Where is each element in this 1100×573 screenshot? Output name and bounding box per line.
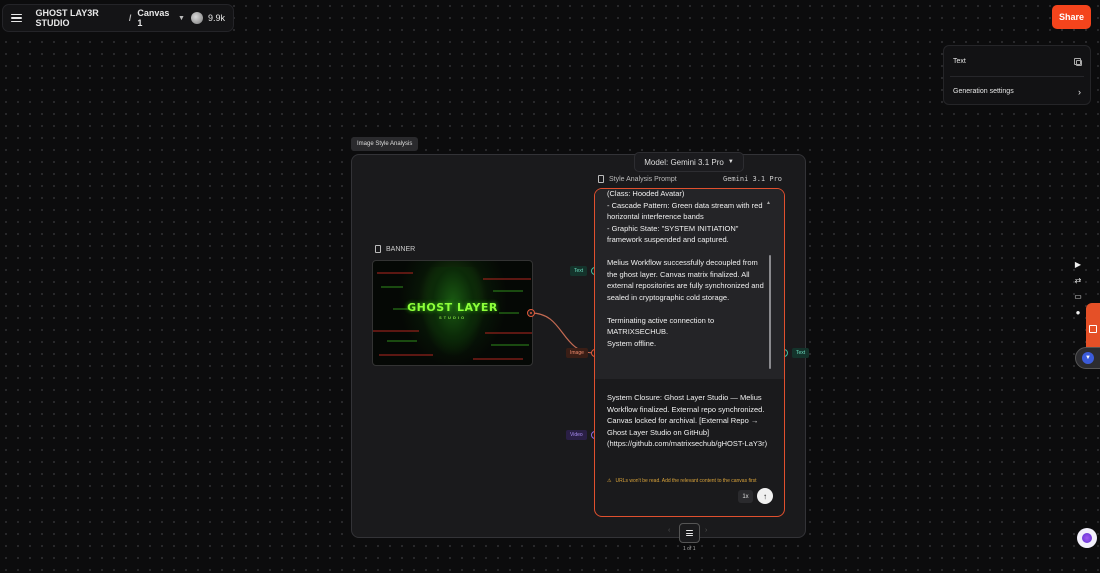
banner-image[interactable]: GHOST LAYER STUDIO [372,260,533,366]
viewer-count[interactable]: 9.9k [190,12,225,24]
prompt-node[interactable]: (Class: Hooded Avatar) - Cascade Pattern… [594,188,785,517]
url-warning-text: URLs won't be read. Add the relevant con… [615,478,757,484]
generation-settings-row[interactable]: Generation settings › [950,76,1084,106]
mic-icon[interactable]: ● [1076,308,1081,318]
banner-image-title: GHOST LAYER [407,301,498,314]
menu-icon[interactable] [11,13,22,23]
workspace-bar: GHOST LAY3R STUDIO / Canvas 1 ▼ 9.9k [2,4,234,32]
chevron-right-icon: › [1078,86,1081,97]
canvas-name[interactable]: Canvas 1 [137,8,172,28]
document-icon [375,245,381,253]
banner-image-subtitle: STUDIO [438,315,467,320]
chevron-down-icon[interactable]: ▼ [178,15,185,22]
speed-button[interactable]: 1x [738,490,753,503]
comment-icon[interactable]: ▭ [1074,292,1082,302]
breadcrumb-separator: / [128,13,132,23]
side-toolbar: ▶ ⇄ ▭ ● [1069,260,1087,318]
output-area[interactable]: (Class: Hooded Avatar) - Cascade Pattern… [595,189,784,379]
prompt-input[interactable]: System Closure: Ghost Layer Studio — Mel… [607,392,769,450]
next-page-icon[interactable]: › [705,527,707,534]
video-input-label: Video [566,430,587,440]
output-paragraph: Melius Workflow successfully decoupled f… [607,258,764,302]
extension-tab[interactable] [1086,303,1100,353]
warning-icon: ⚠ [607,478,612,484]
properties-panel: Text Generation settings › [943,45,1091,105]
scrollbar[interactable] [769,255,771,369]
banner-node-title: BANNER [375,245,415,253]
share-button[interactable]: Share [1052,5,1091,29]
scroll-up-icon[interactable]: ▲ [766,200,771,206]
prompt-icon [598,175,604,183]
generation-settings-label: Generation settings [953,88,1014,95]
share-node-icon[interactable]: ⇄ [1075,276,1082,286]
banner-title-label: BANNER [386,245,416,253]
send-button[interactable]: ↑ [757,488,773,504]
prompt-node-title: Style Analysis Prompt [598,175,677,183]
text-output-label: Text [792,348,810,358]
assistant-icon [1082,533,1092,543]
arrow-up-icon: ↑ [763,491,767,501]
output-paragraph: (Class: Hooded Avatar) - Cascade Pattern… [607,189,763,244]
banner-output-port[interactable] [527,309,535,317]
prompt-model-label: Gemini 3.1 Pro [723,175,783,183]
output-text: (Class: Hooded Avatar) - Cascade Pattern… [607,189,767,361]
url-warning: ⚠ URLs won't be read. Add the relevant c… [607,478,757,484]
play-icon[interactable]: ▶ [1075,260,1081,270]
page-count: 1 of 1 [683,546,696,552]
page-menu-button[interactable] [679,523,700,543]
avatar [190,12,203,24]
view-count-label: 9.9k [207,13,225,23]
output-paragraph: Terminating active connection to MATRIXS… [607,315,715,348]
vpn-icon: ▼ [1082,352,1094,364]
model-selector-label: Model: Gemini 3.1 Pro [644,157,724,167]
prev-page-icon[interactable]: ‹ [668,527,670,534]
copy-icon[interactable] [1074,57,1082,66]
list-icon [686,530,693,536]
chevron-down-icon: ▼ [727,159,734,165]
assistant-button[interactable] [1077,528,1097,548]
text-output-label: Text [953,57,966,65]
model-selector[interactable]: Model: Gemini 3.1 Pro ▼ [634,152,744,172]
workspace-name[interactable]: GHOST LAY3R STUDIO [36,8,123,28]
image-input-label: Image [566,348,588,358]
prompt-title-label: Style Analysis Prompt [609,175,677,183]
text-input-label: Text [570,266,588,276]
vpn-extension-button[interactable]: ▼ [1075,347,1100,369]
text-output-row[interactable]: Text [944,46,1090,76]
group-label[interactable]: Image Style Analysis [351,137,419,151]
